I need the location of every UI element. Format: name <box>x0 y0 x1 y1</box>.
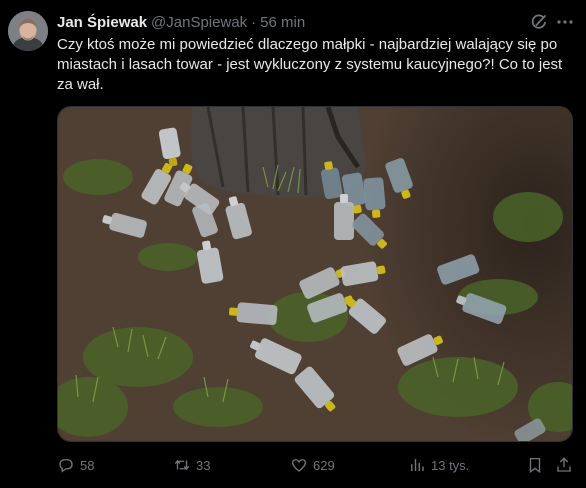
tweet[interactable]: Jan Śpiewak @JanSpiewak · 56 min Czy kto… <box>0 0 586 488</box>
author-handle[interactable]: @JanSpiewak <box>151 14 247 31</box>
tweet-text: Czy ktoś może mi powiedzieć dlaczego mał… <box>57 36 563 93</box>
views-button[interactable]: 13 tys. <box>408 454 469 476</box>
views-icon <box>411 459 424 471</box>
like-button[interactable]: 629 <box>290 454 335 476</box>
repost-button[interactable]: 33 <box>173 454 210 476</box>
timestamp[interactable]: 56 min <box>260 14 305 31</box>
share-icon <box>557 457 571 472</box>
repost-icon <box>174 459 190 471</box>
bookmark-button[interactable] <box>526 454 549 476</box>
grok-icon[interactable] <box>530 13 548 31</box>
separator-dot: · <box>251 13 257 31</box>
tweet-photo[interactable] <box>57 106 573 442</box>
bookmark-icon <box>529 457 541 474</box>
more-icon[interactable] <box>555 13 575 31</box>
share-button[interactable] <box>555 454 578 476</box>
reply-count: 58 <box>80 457 95 473</box>
views-count: 13 tys. <box>431 457 470 473</box>
repost-count: 33 <box>196 457 211 473</box>
action-bar: 58 33 629 13 tys. <box>0 454 586 478</box>
like-count: 629 <box>313 457 335 473</box>
tweet-header: Jan Śpiewak @JanSpiewak · 56 min <box>57 12 305 32</box>
author-name[interactable]: Jan Śpiewak <box>57 14 147 31</box>
reply-button[interactable]: 58 <box>57 454 94 476</box>
avatar[interactable] <box>8 11 48 51</box>
like-icon <box>291 459 307 472</box>
reply-icon <box>59 459 73 473</box>
